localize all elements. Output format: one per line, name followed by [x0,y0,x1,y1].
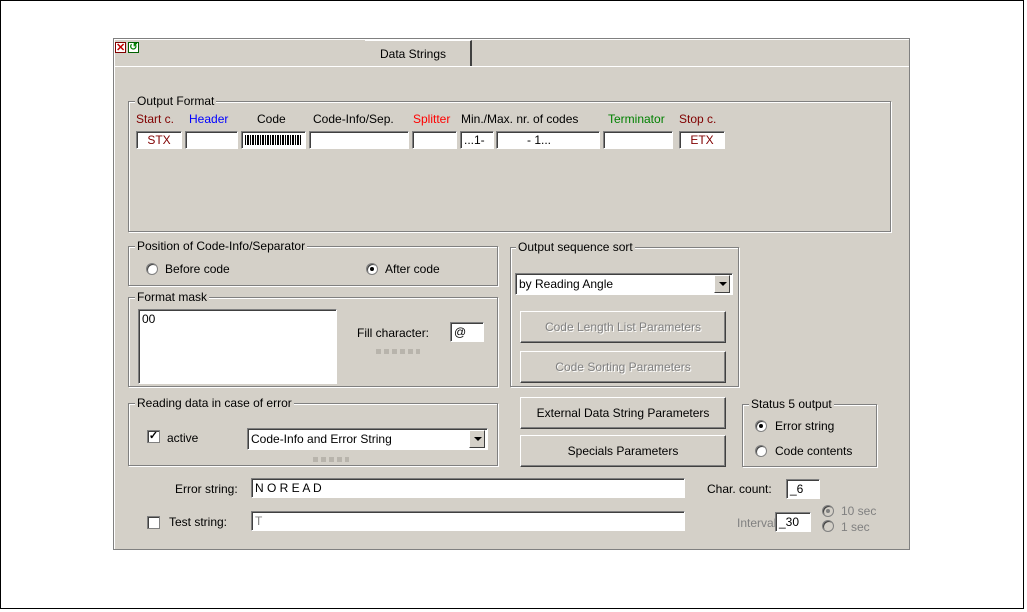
header-field[interactable] [185,131,238,149]
resize-grip[interactable] [376,349,420,354]
sequence-sort-legend: Output sequence sort [516,240,635,254]
col-start: Start c. [136,112,175,126]
col-header: Header [189,112,229,126]
restore-icon[interactable]: ↺ [128,42,139,53]
close-icon[interactable]: ✕ [115,42,126,54]
char-count-label: Char. count: [707,482,772,496]
after-code-label: After code [385,262,440,276]
resize-grip[interactable] [313,457,349,462]
error-string-field[interactable]: N O R E A D [251,478,685,498]
interval-label: Interval: [737,516,780,530]
start-char-field[interactable]: STX [136,131,182,149]
tab-data-strings[interactable]: Data Strings [365,40,472,66]
col-code: Code [257,112,286,126]
sequence-sort-select[interactable]: by Reading Angle [515,273,733,295]
radio-code-contents[interactable] [755,445,767,457]
radio-before-code[interactable] [146,263,158,275]
barcode-stripes [245,135,302,145]
error-mode-value: Code-Info and Error String [251,432,392,446]
test-string-checkbox[interactable] [147,516,160,529]
sequence-sort-value: by Reading Angle [519,277,614,291]
interval-1sec-label: 1 sec [841,520,870,534]
max-codes-field[interactable]: - 1... [496,131,600,149]
output-format-legend: Output Format [135,94,217,108]
code-sorting-button[interactable]: Code Sorting Parameters [520,351,726,383]
format-mask-legend: Format mask [135,290,210,304]
status5-legend: Status 5 output [749,397,834,411]
col-stop: Stop c. [679,112,717,126]
col-minmax: Min./Max. nr. of codes [461,112,579,126]
barcode-icon[interactable] [241,131,306,149]
interval-10sec-label: 10 sec [841,504,877,518]
char-count-field[interactable]: _6 [786,479,820,499]
test-string-label: Test string: [169,515,228,529]
col-code-info: Code-Info/Sep. [313,112,394,126]
tab-label: Data Strings [380,47,447,61]
specials-parameters-button[interactable]: Specials Parameters [520,435,726,467]
col-splitter: Splitter [413,112,451,126]
splitter-field[interactable] [412,131,457,149]
fill-character-label: Fill character: [357,326,430,340]
error-string-label: Error string: [175,482,238,496]
error-reading-legend: Reading data in case of error [135,396,294,410]
status5-code-contents-label: Code contents [775,444,853,458]
fill-character-field[interactable]: @ [450,322,484,342]
before-code-label: Before code [165,262,230,276]
terminator-field[interactable] [603,131,673,149]
active-checkbox[interactable]: ✓ [147,430,160,443]
radio-10-sec[interactable] [822,505,834,517]
active-label: active [167,431,199,445]
format-mask-textarea[interactable]: 00 [138,309,337,384]
min-codes-field[interactable]: ...1- [460,131,494,149]
radio-after-code[interactable] [366,263,378,275]
interval-field[interactable]: _30 [775,512,811,532]
chevron-down-icon[interactable] [469,430,485,448]
chevron-down-icon[interactable] [714,275,730,293]
error-mode-select[interactable]: Code-Info and Error String [247,428,488,450]
radio-error-string[interactable] [755,420,767,432]
external-data-string-button[interactable]: External Data String Parameters [520,397,726,429]
radio-1-sec[interactable] [822,520,834,532]
stop-char-field[interactable]: ETX [679,131,725,149]
code-info-field[interactable] [309,131,409,149]
test-string-field[interactable]: T [251,511,685,531]
col-terminator: Terminator [608,112,665,126]
status5-error-string-label: Error string [775,419,835,433]
code-length-list-button[interactable]: Code Length List Parameters [520,311,726,343]
position-legend: Position of Code-Info/Separator [135,239,308,253]
